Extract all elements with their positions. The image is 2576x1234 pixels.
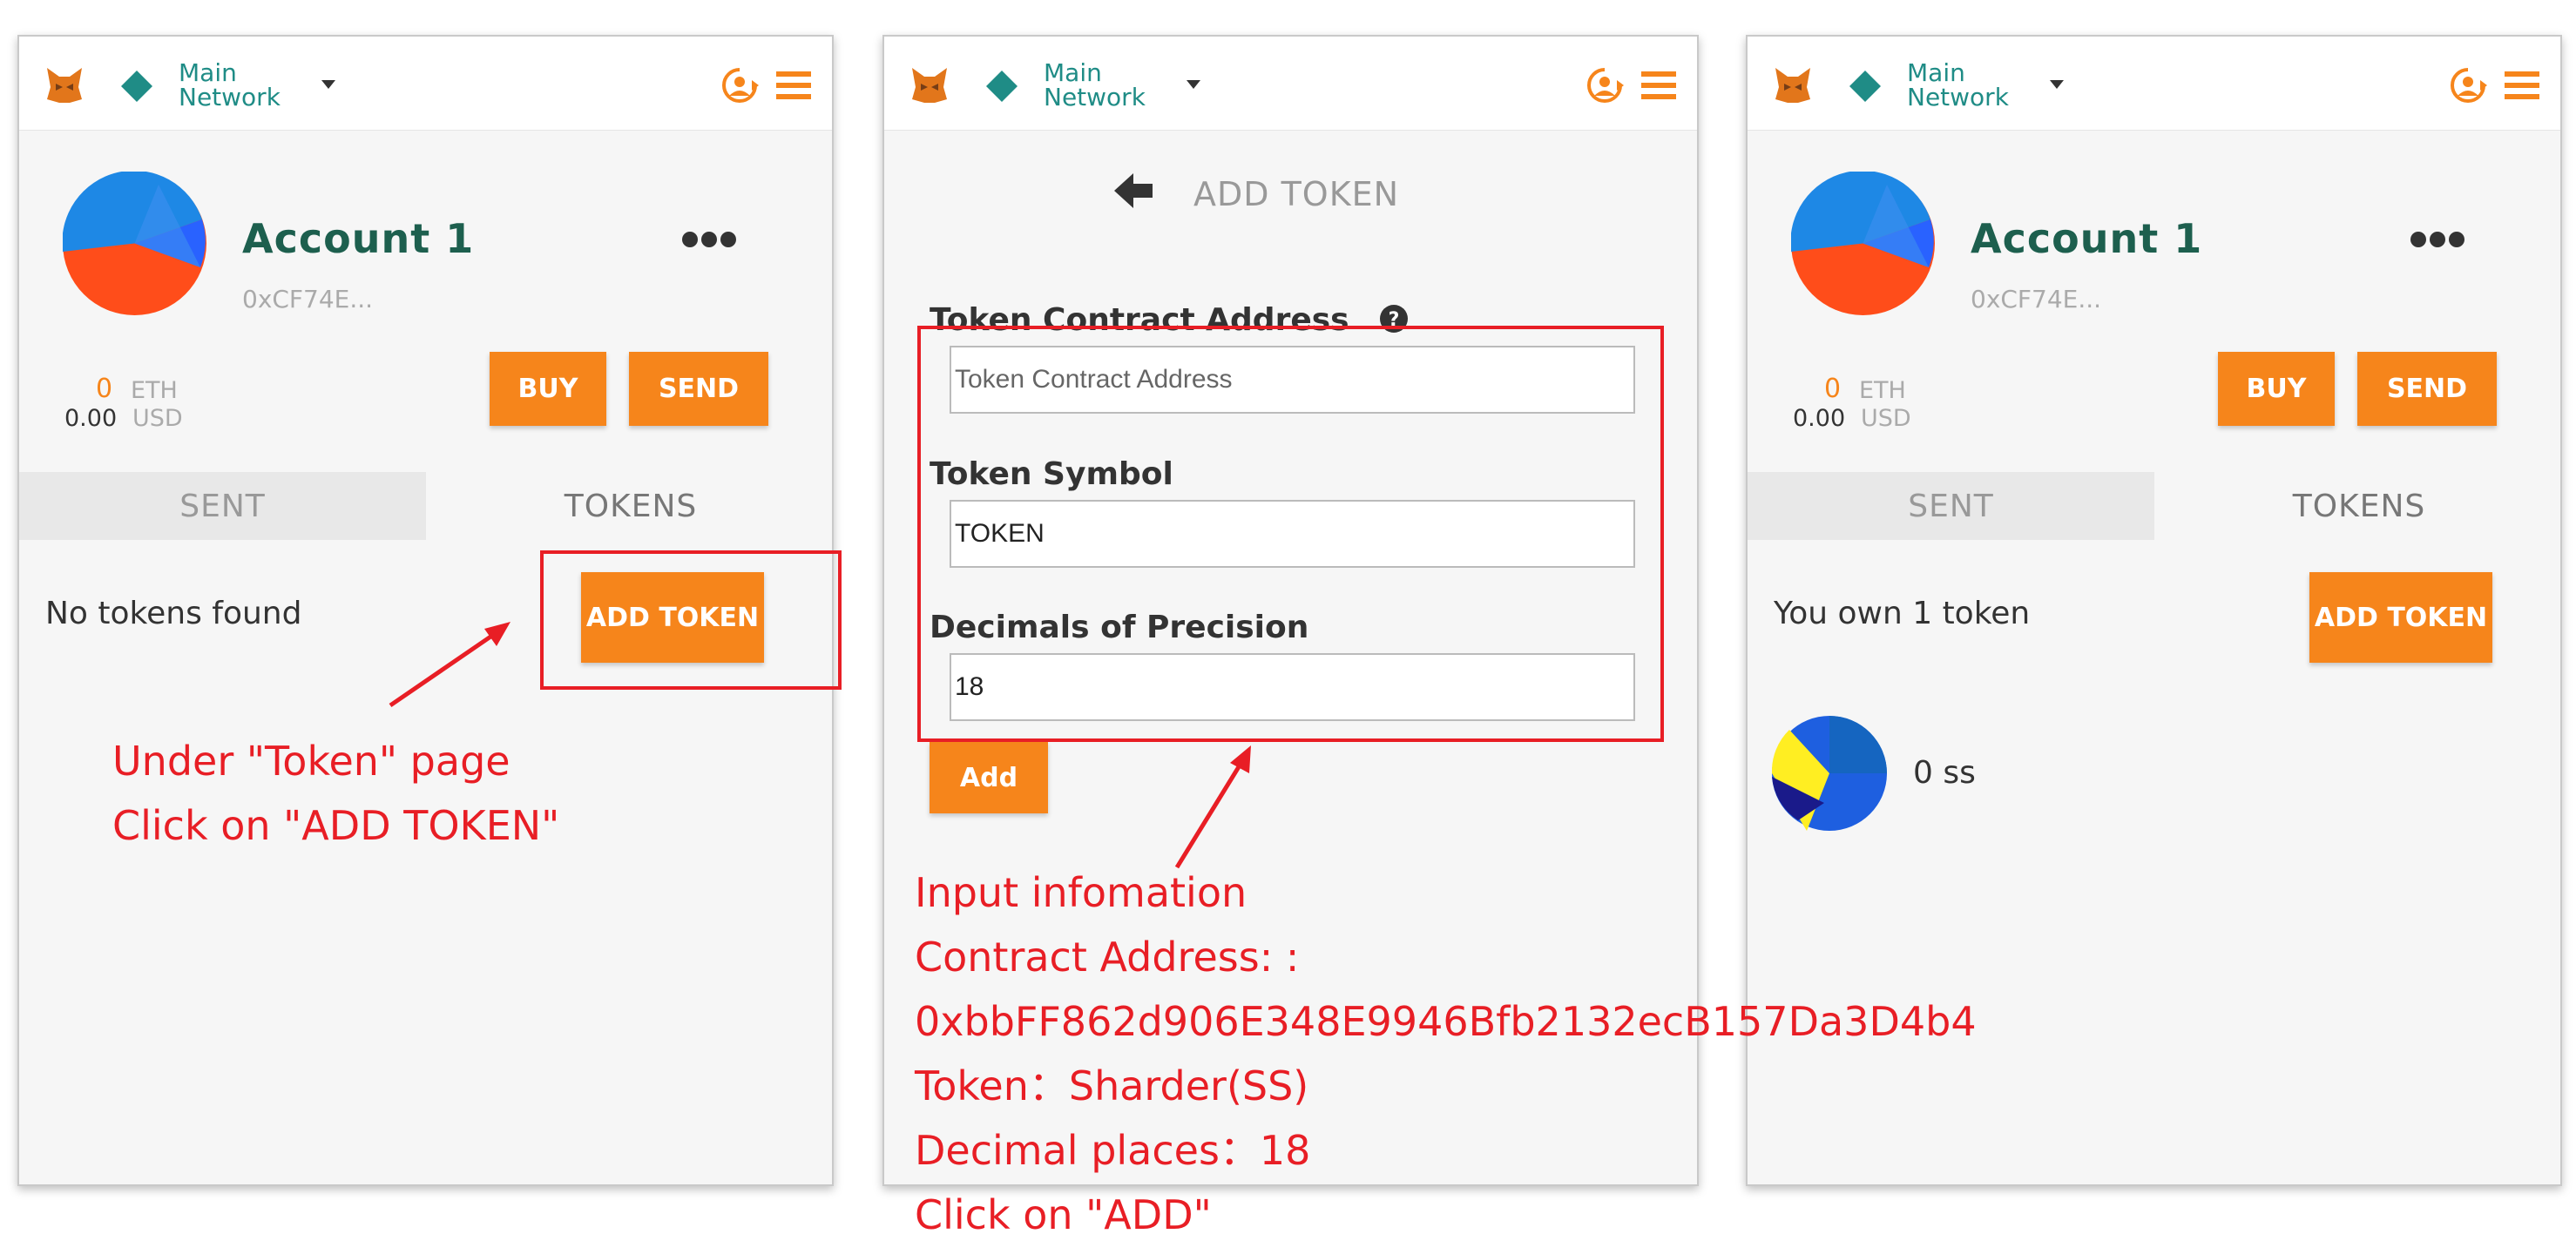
arrow-to-form: [1174, 745, 1251, 869]
annotation-line: Click on "ADD TOKEN": [112, 802, 560, 849]
annotation-step1: Under "Token" page Click on "ADD TOKEN": [112, 729, 559, 858]
annotation-line: 0xbbFF862d906E348E9946Bfb2132ecB157Da3D4…: [915, 998, 1977, 1045]
annotation-line: Under "Token" page: [112, 738, 510, 785]
annotation-line: Click on "ADD": [915, 1191, 1212, 1234]
annotation-line: Decimal places：18: [915, 1127, 1311, 1174]
annotation-step2: Input infomation Contract Address: : 0xb…: [915, 860, 1977, 1234]
annotation-line: Contract Address: :: [915, 934, 1300, 981]
arrow-to-add-token: [389, 622, 510, 708]
annotation-line: Token：Sharder(SS): [915, 1062, 1309, 1109]
annotation-line: Input infomation: [915, 869, 1247, 916]
